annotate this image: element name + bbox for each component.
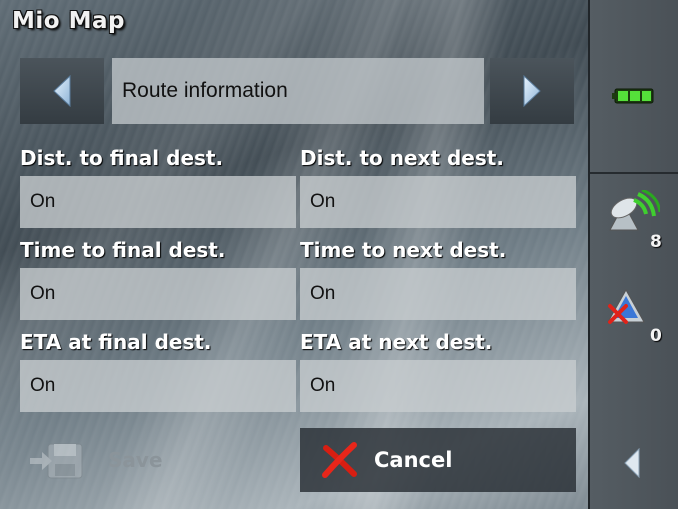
main-panel: Mio Map Route information Dist. to final… bbox=[0, 0, 588, 509]
prev-page-button[interactable] bbox=[20, 58, 104, 124]
value-dist-next-text: On bbox=[310, 191, 336, 212]
status-sidebar: 8 0 bbox=[588, 0, 678, 509]
next-page-button[interactable] bbox=[490, 58, 574, 124]
app-title: Mio Map bbox=[12, 8, 125, 34]
traffic-alert-count: 0 bbox=[650, 326, 662, 346]
value-dist-final[interactable]: On bbox=[20, 176, 296, 228]
value-eta-final[interactable]: On bbox=[20, 360, 296, 412]
label-time-final: Time to final dest. bbox=[20, 238, 226, 262]
value-eta-final-text: On bbox=[30, 375, 56, 396]
traffic-warning-icon bbox=[607, 288, 645, 324]
red-x-icon bbox=[322, 442, 357, 478]
label-dist-final: Dist. to final dest. bbox=[20, 146, 224, 170]
satellite-icon bbox=[609, 190, 660, 231]
value-dist-next[interactable]: On bbox=[300, 176, 576, 228]
value-time-next[interactable]: On bbox=[300, 268, 576, 320]
cancel-label: Cancel bbox=[374, 448, 453, 472]
gps-satellite-count: 8 bbox=[650, 232, 662, 252]
right-arrow-icon bbox=[523, 75, 541, 107]
label-time-next: Time to next dest. bbox=[300, 238, 507, 262]
save-button[interactable]: Save bbox=[20, 428, 296, 492]
label-eta-final: ETA at final dest. bbox=[20, 330, 212, 354]
battery-icon bbox=[612, 88, 654, 104]
sidebar-divider bbox=[590, 172, 678, 174]
value-dist-final-text: On bbox=[30, 191, 56, 212]
value-eta-next[interactable]: On bbox=[300, 360, 576, 412]
label-eta-next: ETA at next dest. bbox=[300, 330, 493, 354]
save-label: Save bbox=[108, 448, 163, 472]
section-title-bar: Route information bbox=[112, 58, 484, 124]
value-time-final[interactable]: On bbox=[20, 268, 296, 320]
device-screen: Mio Map Route information Dist. to final… bbox=[0, 0, 678, 509]
back-arrow-icon[interactable] bbox=[624, 448, 640, 478]
value-time-final-text: On bbox=[30, 283, 56, 304]
value-eta-next-text: On bbox=[310, 375, 336, 396]
label-dist-next: Dist. to next dest. bbox=[300, 146, 504, 170]
left-arrow-icon bbox=[53, 75, 71, 107]
cancel-button[interactable]: Cancel bbox=[300, 428, 576, 492]
section-title: Route information bbox=[122, 79, 288, 102]
floppy-disk-icon bbox=[30, 443, 83, 479]
value-time-next-text: On bbox=[310, 283, 336, 304]
